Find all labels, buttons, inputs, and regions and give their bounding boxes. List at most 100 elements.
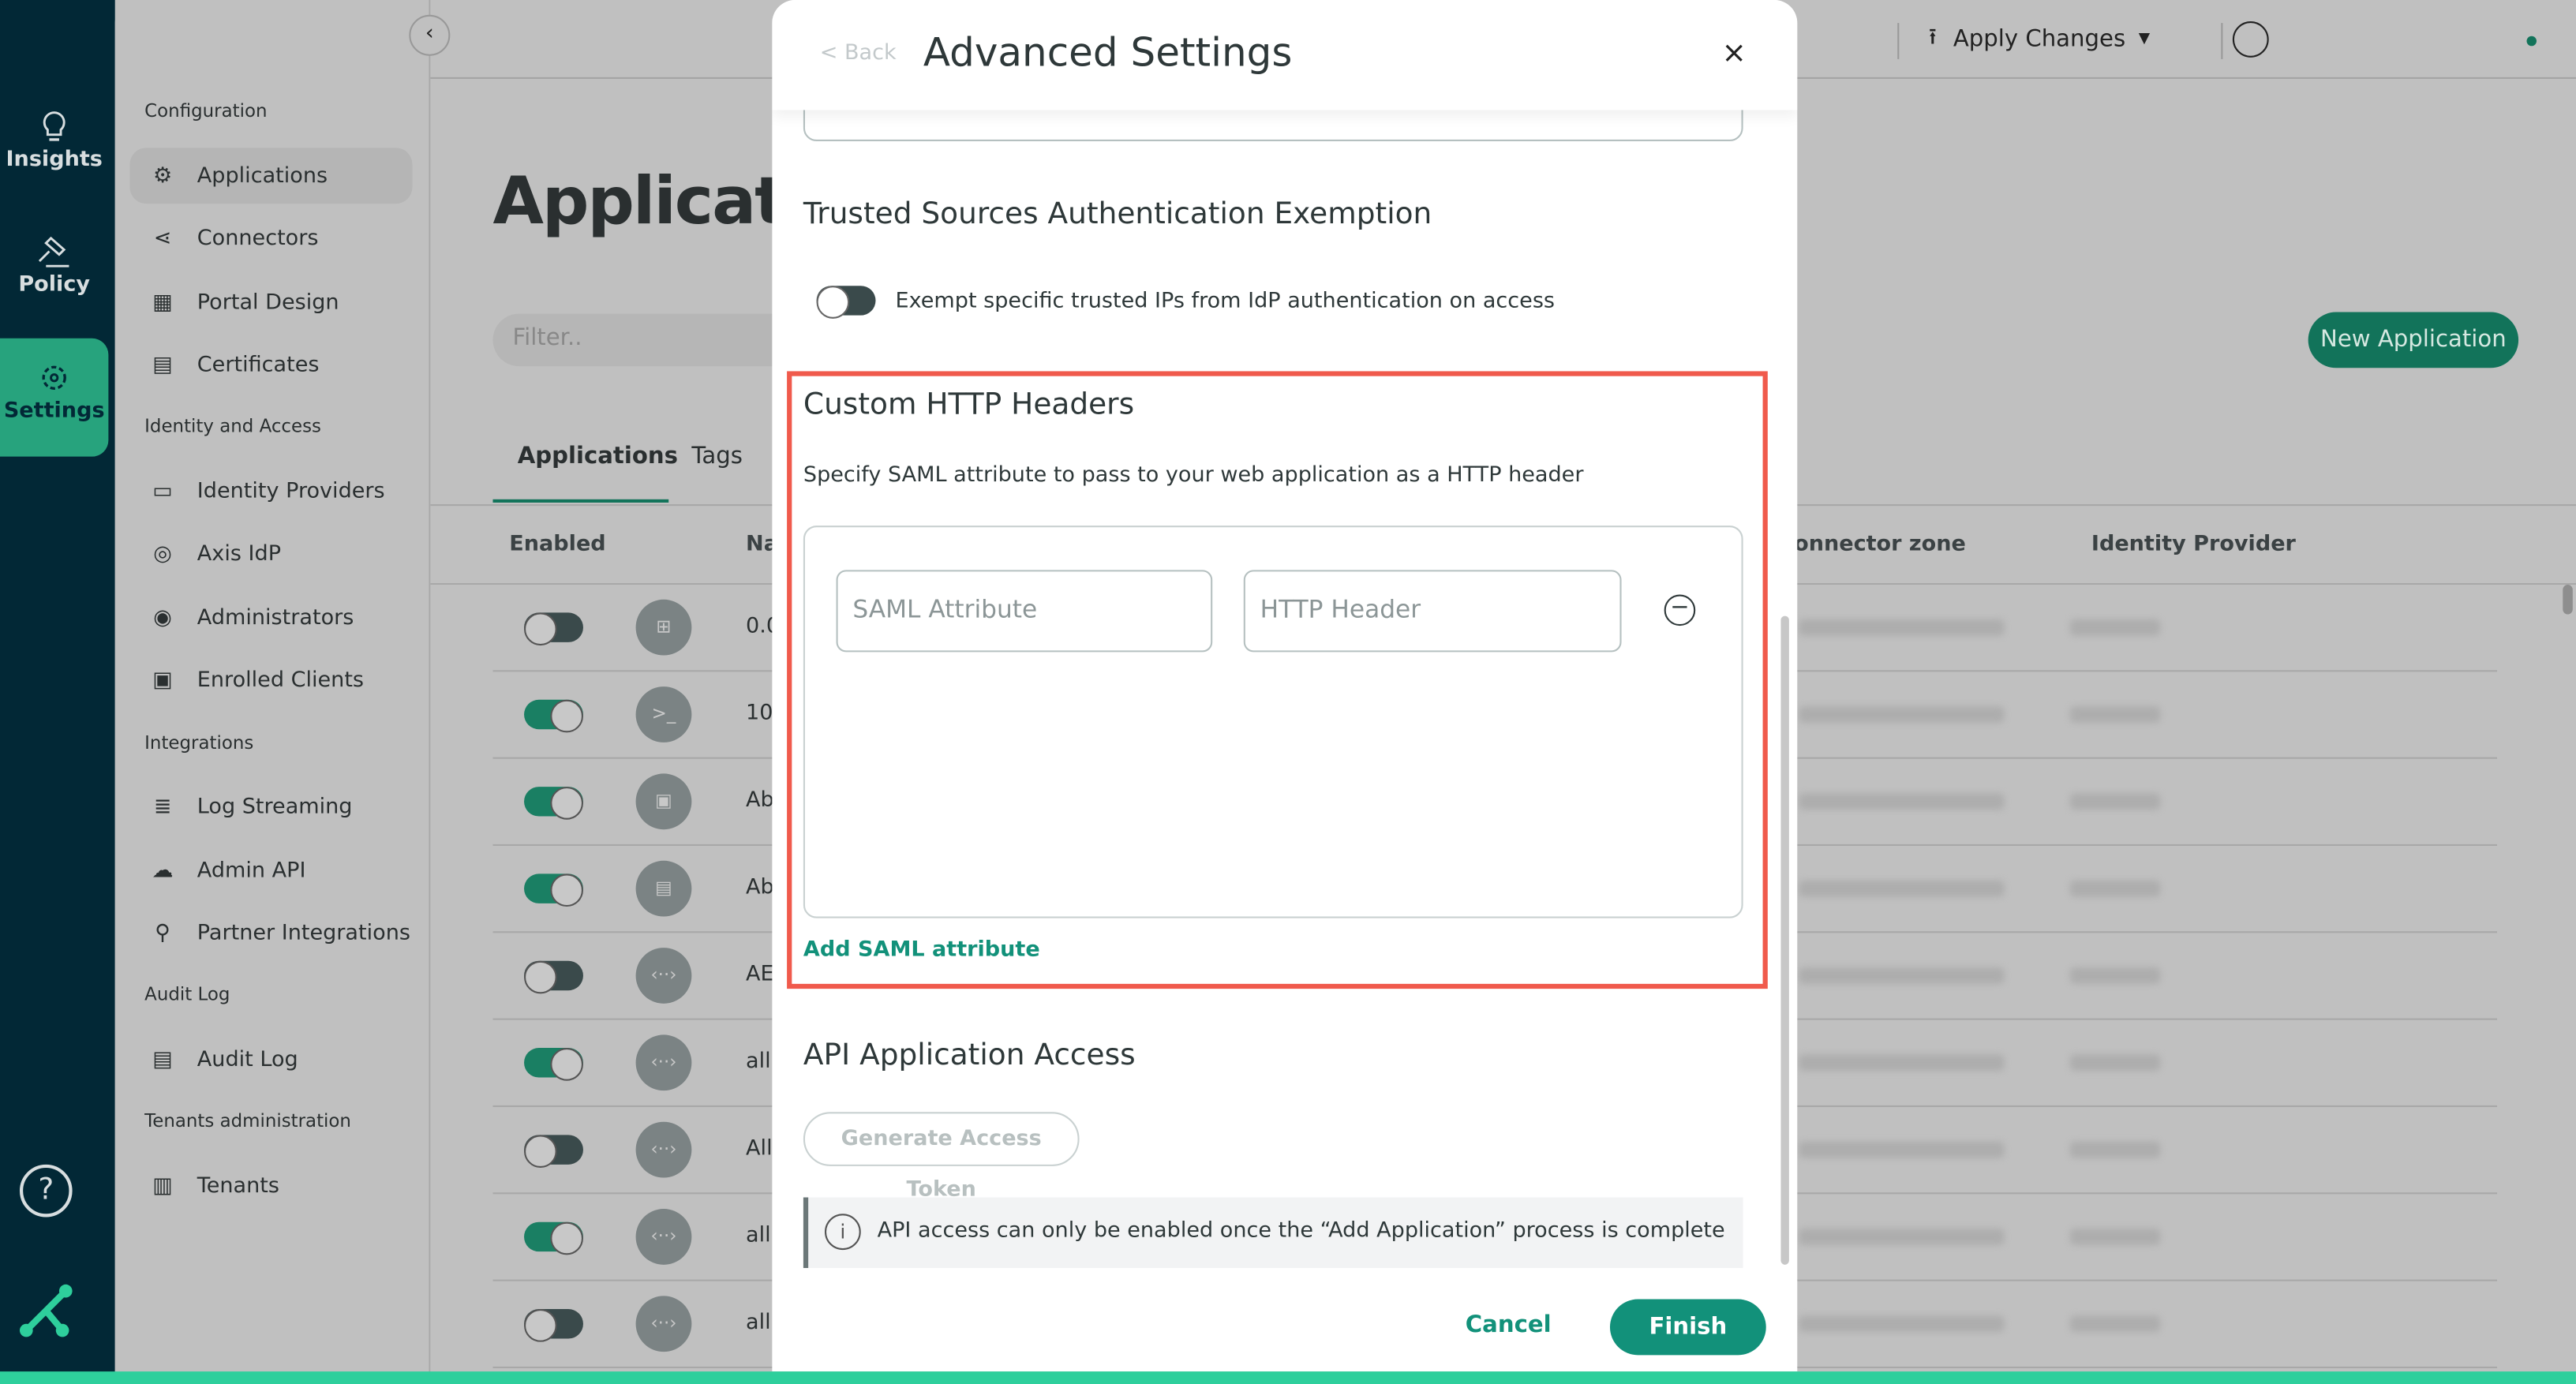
nav-label: Axis IdP: [197, 541, 282, 567]
nav-label: Administrators: [197, 605, 354, 630]
nav-label: Certificates: [197, 352, 320, 377]
connector-zone-blurred: [1799, 1315, 2005, 1333]
close-icon[interactable]: ×: [1722, 36, 1747, 71]
app-type-icon: >_: [635, 686, 692, 742]
enabled-toggle[interactable]: [524, 1135, 583, 1169]
user-avatar-icon[interactable]: [2232, 21, 2269, 58]
api-info-text: API access can only be enabled once the …: [877, 1218, 1725, 1244]
app-name[interactable]: Ab: [746, 788, 774, 813]
nav-portal-design[interactable]: ▦ Portal Design: [129, 275, 412, 331]
nav-label: Tenants: [197, 1173, 279, 1199]
rail-item-insights[interactable]: Insights: [0, 95, 108, 214]
bottom-accent-bar: [0, 1371, 2576, 1384]
rail-item-policy[interactable]: Policy: [0, 220, 108, 339]
cancel-button[interactable]: Cancel: [1466, 1312, 1552, 1338]
nav-admin-api[interactable]: ☁ Admin API: [129, 843, 412, 899]
app-type-icon: ▣: [635, 773, 692, 830]
nav-applications[interactable]: ⚙ Applications: [129, 148, 413, 204]
connector-zone-blurred: [1799, 880, 2005, 897]
finish-button[interactable]: Finish: [1609, 1299, 1766, 1356]
identity-provider-blurred: [2069, 1229, 2161, 1245]
back-button[interactable]: < Back: [820, 41, 897, 65]
nav-label: Portal Design: [197, 290, 339, 315]
audit-icon: ▤: [152, 1047, 173, 1072]
enabled-toggle[interactable]: [524, 1221, 583, 1255]
primary-rail: Insights Policy Settings ?: [0, 0, 115, 1384]
app-name[interactable]: 10: [746, 701, 773, 726]
identity-provider-blurred: [2069, 793, 2161, 810]
app-name[interactable]: AE: [746, 963, 774, 987]
app-name[interactable]: all: [746, 1224, 771, 1248]
nav-identity-providers[interactable]: ▭ Identity Providers: [129, 463, 412, 519]
status-dot-icon[interactable]: [2526, 36, 2537, 47]
highlight-box: [787, 371, 1768, 989]
nav-label: Admin API: [197, 858, 306, 883]
enabled-toggle[interactable]: [524, 1309, 583, 1342]
nav-label: Applications: [197, 163, 328, 189]
help-icon[interactable]: ?: [19, 1164, 73, 1218]
user-circle-icon: ◎: [153, 541, 172, 567]
enabled-toggle[interactable]: [524, 699, 583, 733]
filter-placeholder: Filter..: [512, 325, 582, 352]
app-name[interactable]: all: [746, 1049, 771, 1074]
app-name[interactable]: Ab: [746, 875, 774, 900]
enabled-toggle[interactable]: [524, 787, 583, 820]
identity-provider-blurred: [2069, 706, 2161, 723]
settings-subnav: Configuration ⚙ Applications ⋖ Connectors …: [114, 0, 431, 1384]
trusted-ips-toggle[interactable]: [816, 286, 876, 319]
modal-scrollbar[interactable]: [1780, 615, 1789, 1265]
nav-partner-integrations[interactable]: ⚲ Partner Integrations: [129, 905, 412, 961]
nav-enrolled-clients[interactable]: ▣ Enrolled Clients: [129, 652, 412, 708]
share-icon: ⋖: [153, 226, 172, 251]
column-connector-zone[interactable]: onnector zone: [1794, 532, 1966, 556]
identity-provider-blurred: [2069, 967, 2161, 984]
section-title: Integrations: [144, 732, 254, 754]
nav-log-streaming[interactable]: ≣ Log Streaming: [129, 779, 412, 835]
identity-provider-blurred: [2069, 1315, 2161, 1333]
app-type-icon: ▤: [635, 860, 692, 917]
nav-administrators[interactable]: ◉ Administrators: [129, 589, 412, 645]
connector-zone-blurred: [1799, 706, 2005, 723]
caret-down-icon: ▼: [2138, 31, 2151, 48]
id-card-icon: ▭: [152, 478, 173, 504]
apply-changes-button[interactable]: ⭱ Apply Changes ▼: [1929, 20, 2150, 59]
rail-item-settings[interactable]: Settings: [0, 338, 109, 457]
rail-label: Insights: [6, 148, 103, 173]
nav-label: Partner Integrations: [197, 920, 410, 945]
nav-axis-idp[interactable]: ◎ Axis IdP: [129, 526, 412, 582]
connector-zone-blurred: [1799, 619, 2005, 636]
upload-icon: ⭱: [1928, 24, 1938, 51]
app-type-icon: ‹··›: [635, 1296, 692, 1352]
active-tab-indicator: [492, 499, 669, 503]
column-enabled[interactable]: Enabled: [509, 532, 605, 556]
admin-icon: ◉: [153, 605, 172, 630]
plug-icon: ⚲: [155, 920, 170, 945]
section-title: Tenants administration: [144, 1110, 351, 1132]
nav-tenants[interactable]: ▥ Tenants: [129, 1158, 412, 1214]
enabled-toggle[interactable]: [524, 612, 583, 646]
new-application-button[interactable]: New Application: [2308, 312, 2519, 368]
identity-provider-blurred: [2069, 1054, 2161, 1072]
app-name[interactable]: All: [746, 1136, 773, 1161]
section-title: Audit Log: [144, 983, 230, 1005]
nav-connectors[interactable]: ⋖ Connectors: [129, 210, 412, 266]
enabled-toggle[interactable]: [524, 960, 583, 994]
tab-tags[interactable]: Tags: [691, 443, 743, 469]
enabled-toggle[interactable]: [524, 873, 583, 907]
trusted-sources-title: Trusted Sources Authentication Exemption: [803, 196, 1432, 232]
tab-applications[interactable]: Applications: [518, 443, 678, 469]
app-type-icon: ‹··›: [635, 948, 692, 1004]
app-name[interactable]: all: [746, 1311, 771, 1335]
page-scrollbar[interactable]: [2563, 585, 2573, 615]
generate-access-token-button[interactable]: Generate Access Token: [803, 1112, 1080, 1203]
nav-audit-log[interactable]: ▤ Audit Log: [129, 1031, 412, 1087]
grid-icon: ▦: [152, 290, 173, 315]
identity-provider-blurred: [2069, 880, 2161, 897]
nav-label: Audit Log: [197, 1047, 298, 1072]
nav-label: Identity Providers: [197, 478, 385, 504]
cloud-icon: ☁: [152, 858, 174, 883]
enabled-toggle[interactable]: [524, 1048, 583, 1081]
column-identity-provider[interactable]: Identity Provider: [2091, 532, 2296, 556]
nav-certificates[interactable]: ▤ Certificates: [129, 337, 412, 393]
log-icon: ≣: [153, 794, 172, 819]
